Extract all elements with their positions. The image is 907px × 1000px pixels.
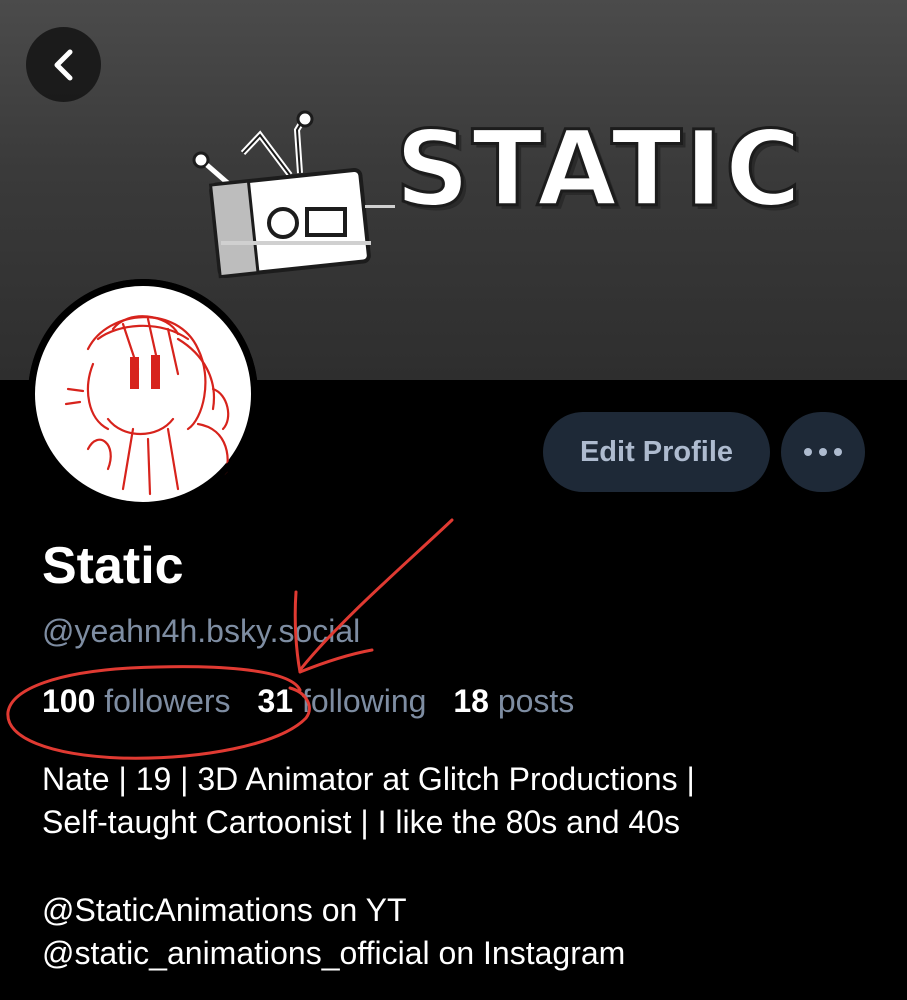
followers-stat[interactable]: 100 followers	[42, 683, 231, 719]
tv-icon	[192, 110, 395, 279]
edit-profile-button[interactable]: Edit Profile	[543, 412, 770, 492]
bio-line: @static_animations_official on Instagram	[42, 935, 626, 971]
back-button[interactable]	[26, 27, 101, 102]
followers-label: followers	[104, 683, 231, 719]
ellipsis-icon	[804, 448, 842, 456]
avatar-drawing-icon	[28, 279, 258, 509]
posts-count: 18	[453, 683, 489, 719]
following-count: 31	[257, 683, 294, 719]
following-label: following	[301, 683, 427, 719]
profile-handle: @yeahn4h.bsky.social	[42, 613, 361, 649]
profile-bio: Nate | 19 | 3D Animator at Glitch Produc…	[42, 758, 882, 975]
profile-stats: 100 followers 31 following 18 posts	[42, 683, 592, 720]
annotation-arrow-head-right	[298, 648, 374, 674]
bio-spacer	[42, 844, 882, 889]
bio-line: Self-taught Cartoonist | I like the 80s …	[42, 804, 681, 840]
display-name: Static	[42, 537, 184, 595]
more-options-button[interactable]	[781, 412, 865, 492]
posts-stat: 18 posts	[453, 683, 574, 719]
static-logo: STATIC	[185, 105, 803, 280]
banner-logo-text: STATIC	[393, 108, 804, 230]
chevron-left-icon	[54, 49, 72, 80]
bio-line: @StaticAnimations on YT	[42, 892, 407, 928]
avatar[interactable]	[28, 279, 258, 509]
posts-label: posts	[497, 683, 575, 719]
followers-count: 100	[42, 683, 96, 719]
bio-line: Nate | 19 | 3D Animator at Glitch Produc…	[42, 761, 695, 797]
following-stat[interactable]: 31 following	[257, 683, 426, 719]
